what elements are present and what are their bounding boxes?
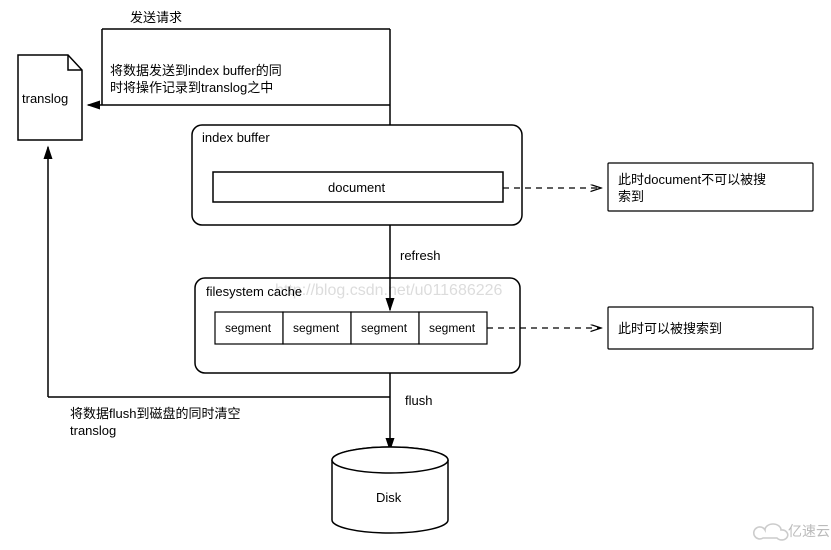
watermark-text: http://blog.csdn.net/u011686226 <box>275 282 503 299</box>
refresh-label: refresh <box>400 248 440 263</box>
index-buffer-label: index buffer <box>202 130 270 145</box>
segment-1: segment <box>225 321 272 335</box>
note-searchable-text: 此时可以被搜索到 <box>618 321 722 336</box>
note-searchable: 此时可以被搜索到 <box>608 307 813 349</box>
segment-3: segment <box>361 321 408 335</box>
note-not-searchable-l1: 此时document不可以被搜 <box>618 172 766 187</box>
disk-cylinder: Disk <box>332 447 448 533</box>
translog-label: translog <box>22 91 68 106</box>
note-not-searchable: 此时document不可以被搜 索到 <box>608 163 813 211</box>
translog-note-l1: 将数据发送到index buffer的同 <box>110 63 282 78</box>
document-label: document <box>328 180 385 195</box>
segment-2: segment <box>293 321 340 335</box>
brand-logo: 亿速云 <box>754 523 830 540</box>
filesystem-cache-label: filesystem cache <box>206 284 302 299</box>
translog-note-l2: 时将操作记录到translog之中 <box>110 80 273 95</box>
index-buffer-box: index buffer document <box>192 125 522 225</box>
segments-row: segment segment segment segment <box>215 312 487 344</box>
flush-note-l1: 将数据flush到磁盘的同时清空 <box>70 406 240 421</box>
translog-file: translog <box>18 55 82 140</box>
note-not-searchable-l2: 索到 <box>618 189 644 204</box>
segment-4: segment <box>429 321 476 335</box>
send-request-label: 发送请求 <box>130 10 182 25</box>
brand-text: 亿速云 <box>788 523 830 539</box>
flush-note-l2: translog <box>70 423 116 438</box>
flush-label: flush <box>405 393 432 408</box>
disk-label: Disk <box>376 490 402 505</box>
